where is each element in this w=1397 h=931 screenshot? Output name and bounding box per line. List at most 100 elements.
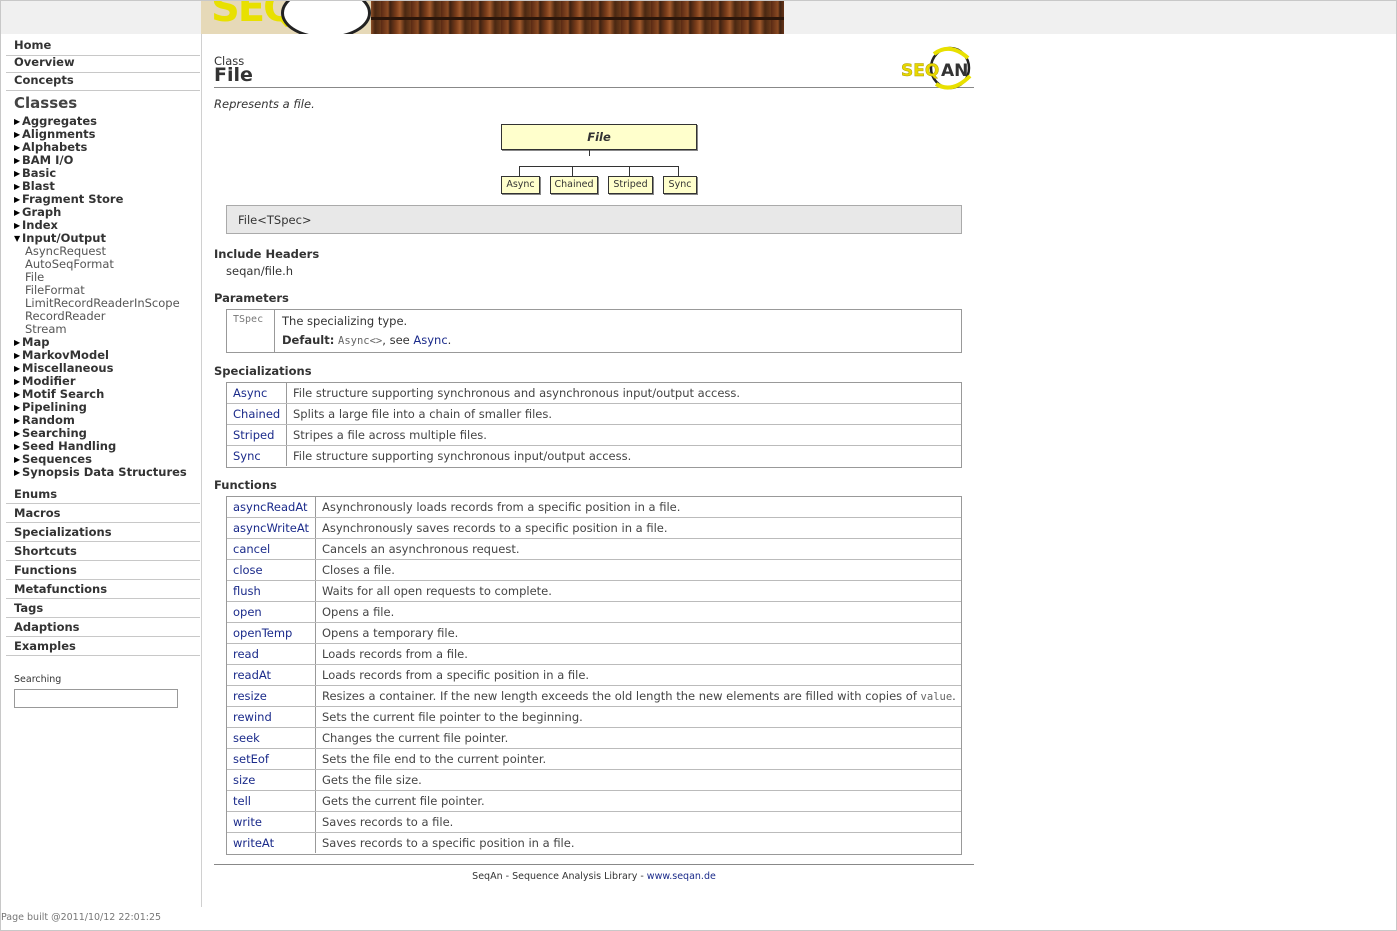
footer-link[interactable]: www.seqan.de [647,871,716,882]
function-link[interactable]: tell [227,791,316,811]
diagram-child-sync[interactable]: Sync [663,176,697,194]
sidebar-category-synopsis-data-structures[interactable]: ▶ Synopsis Data Structures [14,466,187,479]
nav-link-enums[interactable]: Enums [14,487,57,501]
triangle-right-icon: ▶ [14,442,21,451]
specialization-row: Sync File structure supporting synchronou… [227,446,961,467]
function-link[interactable]: flush [227,581,316,601]
triangle-right-icon: ▶ [14,182,21,191]
function-description: Saves records to a file. [322,815,454,829]
nav-link-adaptions[interactable]: Adaptions [14,620,80,634]
sidebar-category-label: Synopsis Data Structures [22,465,187,479]
nav-link-tags[interactable]: Tags [14,601,43,615]
sidebar-category-label: Modifier [22,374,76,388]
specialization-link[interactable]: Chained [227,404,287,424]
function-row: resize Resizes a container. If the new le… [227,686,961,707]
function-row: tell Gets the current file pointer. [227,791,961,812]
specialization-link[interactable]: Async [227,383,287,403]
function-link[interactable]: cancel [227,539,316,559]
param-see-link[interactable]: Async [413,333,447,347]
function-link[interactable]: asyncWriteAt [227,518,316,538]
sidebar-category-label: Searching [22,426,87,440]
sidebar-category-label: Basic [22,166,57,180]
function-link[interactable]: seek [227,728,316,748]
diagram-root-box[interactable]: File [501,124,697,150]
nav-link-home[interactable]: Home [14,38,51,52]
diagram-child-striped[interactable]: Striped [608,176,653,194]
triangle-right-icon: ▶ [14,416,21,425]
function-description: Asynchronously saves records to a specif… [322,521,668,535]
function-description: Closes a file. [322,563,395,577]
function-row: seek Changes the current file pointer. [227,728,961,749]
sidebar-category-label: Fragment Store [22,192,124,206]
specialization-row: Striped Stripes a file across multiple fi… [227,425,961,446]
specializations-table: Async File structure supporting synchrono… [226,382,962,468]
sidebar-category-label: Sequences [22,452,92,466]
triangle-right-icon: ▶ [14,377,21,386]
footer-divider [214,864,974,865]
function-link[interactable]: openTemp [227,623,316,643]
nav-link-shortcuts[interactable]: Shortcuts [14,544,77,558]
function-row: readAt Loads records from a specific posi… [227,665,961,686]
specialization-description: File structure supporting synchronous in… [293,449,632,463]
specialization-link[interactable]: Striped [227,425,287,445]
sidebar-category-label: Blast [22,179,55,193]
banner-logo: SEQ [201,1,371,34]
triangle-right-icon: ▶ [14,468,21,477]
function-link[interactable]: read [227,644,316,664]
function-link[interactable]: close [227,560,316,580]
diagram-child-chained[interactable]: Chained [550,176,598,194]
function-link[interactable]: asyncReadAt [227,497,316,517]
triangle-right-icon: ▶ [14,364,21,373]
triangle-right-icon: ▶ [14,338,21,347]
sidebar-category-label: Pipelining [22,400,87,414]
function-description: Opens a file. [322,605,395,619]
function-description: Sets the file end to the current pointer… [322,752,547,766]
function-description: Waits for all open requests to complete. [322,584,552,598]
triangle-right-icon: ▶ [14,156,21,165]
svg-text:SEQ: SEQ [901,61,939,81]
classes-heading: Classes [14,94,78,112]
function-description: Opens a temporary file. [322,626,459,640]
nav-link-concepts[interactable]: Concepts [14,73,74,87]
param-name: TSpec [227,310,275,352]
nav-link-specializations[interactable]: Specializations [14,525,112,539]
nav-divider [6,579,200,580]
function-link[interactable]: size [227,770,316,790]
nav-link-overview[interactable]: Overview [14,55,75,69]
function-link[interactable]: open [227,602,316,622]
triangle-right-icon: ▶ [14,403,21,412]
function-link[interactable]: resize [227,686,316,706]
nav-divider [6,522,200,523]
nav-link-examples[interactable]: Examples [14,639,76,653]
function-link[interactable]: readAt [227,665,316,685]
nav-divider [6,636,200,637]
page-title: File [214,64,253,86]
specialization-description: Splits a large file into a chain of smal… [293,407,552,421]
function-row: open Opens a file. [227,602,961,623]
nav-divider [6,617,200,618]
triangle-right-icon: ▶ [14,169,21,178]
function-link[interactable]: rewind [227,707,316,727]
sidebar-category-label: Graph [22,205,62,219]
nav-link-macros[interactable]: Macros [14,506,60,520]
nav-link-functions[interactable]: Functions [14,563,77,577]
sidebar-category-label: Motif Search [22,387,105,401]
function-link[interactable]: write [227,812,316,832]
triangle-down-icon: ▼ [14,234,21,243]
nav-divider [6,90,200,91]
function-link[interactable]: writeAt [227,833,316,853]
nav-divider [6,560,200,561]
sidebar-category-label: Alphabets [22,140,88,154]
function-row: writeAt Saves records to a specific posit… [227,833,961,854]
diagram-child-async[interactable]: Async [501,176,540,194]
nav-divider [6,541,200,542]
param-description: The specializing type. [282,314,408,328]
triangle-right-icon: ▶ [14,143,21,152]
specialization-link[interactable]: Sync [227,446,287,466]
function-link[interactable]: setEof [227,749,316,769]
search-input[interactable] [14,689,178,708]
sidebar-category-label: Alignments [22,127,96,141]
param-default-value: Async<> [338,335,383,347]
parameters-heading: Parameters [214,291,289,305]
nav-link-metafunctions[interactable]: Metafunctions [14,582,107,596]
